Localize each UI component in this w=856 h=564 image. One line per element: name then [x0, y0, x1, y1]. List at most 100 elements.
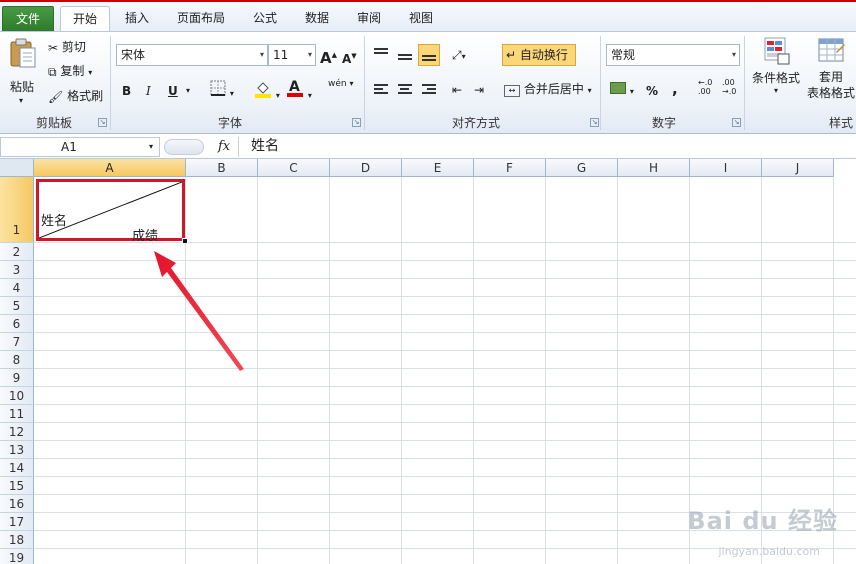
row-header-2[interactable]: 2	[0, 243, 34, 261]
formula-input[interactable]: 姓名	[238, 137, 856, 157]
italic-button[interactable]: I	[146, 80, 151, 102]
column-header-e[interactable]: E	[402, 159, 474, 177]
worksheet-grid[interactable]: ABCDEFGHIJ 1 2 3 4 5 6 7 8 9 10 11 12 13 14 15 16 17 18 19…	[0, 159, 856, 564]
row-header-11[interactable]: 11	[0, 405, 34, 423]
row-header-18[interactable]: 18	[0, 531, 34, 549]
bold-button[interactable]: B	[122, 80, 131, 102]
copy-button[interactable]: ⧉ 复制 ▾	[48, 60, 92, 82]
tab-insert[interactable]: 插入	[116, 6, 158, 33]
name-box[interactable]: A1 ▾	[0, 137, 160, 157]
column-header-a[interactable]: A	[34, 159, 186, 177]
tab-data[interactable]: 数据	[296, 6, 338, 33]
tab-review[interactable]: 审阅	[348, 6, 390, 33]
align-top-button[interactable]	[374, 46, 388, 60]
tab-page-layout[interactable]: 页面布局	[168, 6, 234, 33]
row-header-17[interactable]: 17	[0, 513, 34, 531]
column-header-b[interactable]: B	[186, 159, 258, 177]
number-group-title: 数字	[651, 116, 676, 130]
cell-a1[interactable]: 姓名 成绩	[36, 179, 185, 244]
shrink-font-button[interactable]: A▼	[342, 45, 357, 67]
row-header-1[interactable]: 1	[0, 177, 34, 243]
merge-cells-icon: ↔	[504, 85, 520, 97]
row-header-15[interactable]: 15	[0, 477, 34, 495]
row-header-9[interactable]: 9	[0, 369, 34, 387]
row-header-8[interactable]: 8	[0, 351, 34, 369]
paste-button[interactable]: 粘贴 ▾	[8, 38, 40, 110]
align-right-button[interactable]	[422, 82, 436, 96]
tab-home[interactable]: 开始	[60, 6, 110, 33]
conditional-format-button[interactable]: 条件格式 ▾	[750, 36, 802, 110]
underline-button[interactable]: U	[168, 80, 178, 102]
chevron-down-icon[interactable]: ▾	[186, 80, 190, 102]
row-header-16[interactable]: 16	[0, 495, 34, 513]
increase-decimal-button[interactable]: ←.0.00	[698, 78, 712, 100]
font-size-select[interactable]: 11 ▾	[268, 44, 316, 66]
align-bottom-button[interactable]	[418, 44, 440, 66]
column-gridline	[329, 177, 330, 564]
align-middle-button[interactable]	[398, 48, 412, 62]
row-header-6[interactable]: 6	[0, 315, 34, 333]
increase-indent-button[interactable]: ⇥	[474, 79, 484, 101]
decrease-indent-button[interactable]: ⇤	[452, 79, 462, 101]
column-header-i[interactable]: I	[690, 159, 762, 177]
column-header-c[interactable]: C	[258, 159, 330, 177]
fill-color-button[interactable]: ▾	[254, 80, 280, 102]
format-as-table-button[interactable]: 套用 表格格式	[806, 36, 856, 110]
clipboard-launcher-icon[interactable]: ↘	[98, 118, 107, 127]
column-header-j[interactable]: J	[762, 159, 834, 177]
chevron-down-icon: ▾	[461, 52, 466, 61]
excel-window: 文件 开始 插入 页面布局 公式 数据 审阅 视图 粘贴 ▾ ✂ 剪切 ⧉ 复制	[0, 0, 856, 564]
merge-center-button[interactable]: ↔ 合并后居中 ▾	[504, 78, 592, 100]
grow-font-button[interactable]: A▲	[320, 44, 337, 67]
align-left-button[interactable]	[374, 82, 388, 96]
row-gridline	[34, 494, 856, 495]
currency-button[interactable]: ▾	[610, 79, 634, 101]
column-header-d[interactable]: D	[330, 159, 402, 177]
align-center-button[interactable]	[398, 82, 412, 96]
row-header-7[interactable]: 7	[0, 333, 34, 351]
alignment-launcher-icon[interactable]: ↘	[590, 118, 599, 127]
row-header-5[interactable]: 5	[0, 297, 34, 315]
increase-indent-icon: ⇥	[474, 83, 485, 97]
row-header-13[interactable]: 13	[0, 441, 34, 459]
comma-button[interactable]: ,	[672, 78, 678, 100]
row-header-10[interactable]: 10	[0, 387, 34, 405]
conditional-format-icon	[764, 37, 790, 65]
font-launcher-icon[interactable]: ↘	[352, 118, 361, 127]
alignment-group-title: 对齐方式	[451, 116, 500, 130]
column-gridline	[545, 177, 546, 564]
name-box-value: A1	[61, 140, 77, 154]
paste-icon	[10, 38, 36, 68]
row-header-19[interactable]: 19	[0, 549, 34, 564]
font-color-button[interactable]: A ▾	[286, 78, 312, 100]
row-header-14[interactable]: 14	[0, 459, 34, 477]
number-launcher-icon[interactable]: ↘	[732, 118, 741, 127]
tab-file[interactable]: 文件	[2, 6, 54, 33]
orientation-button[interactable]: ⤢▾	[452, 44, 466, 66]
row-header-4[interactable]: 4	[0, 279, 34, 297]
row-gridline	[34, 476, 856, 477]
tab-formulas[interactable]: 公式	[244, 6, 286, 33]
font-name-select[interactable]: 宋体 ▾	[116, 44, 268, 66]
cut-button[interactable]: ✂ 剪切	[48, 36, 86, 58]
select-all-corner[interactable]	[0, 159, 34, 177]
column-header-g[interactable]: G	[546, 159, 618, 177]
format-painter-button[interactable]: 🖌 格式刷	[48, 85, 103, 107]
column-gridline	[617, 177, 618, 564]
phonetic-button[interactable]: wén ▾	[328, 78, 354, 100]
group-divider	[110, 36, 111, 130]
wrap-text-button[interactable]: ↵ 自动换行	[502, 44, 576, 66]
column-header-f[interactable]: F	[474, 159, 546, 177]
row-header-3[interactable]: 3	[0, 261, 34, 279]
row-header-12[interactable]: 12	[0, 423, 34, 441]
font-size-value: 11	[273, 48, 289, 62]
borders-button[interactable]: ▾	[210, 80, 234, 102]
baidu-watermark-url: jingyan.baidu.com	[718, 545, 820, 558]
decrease-decimal-button[interactable]: .00 →.0	[722, 78, 736, 100]
column-header-h[interactable]: H	[618, 159, 690, 177]
percent-button[interactable]: %	[646, 80, 658, 102]
tab-view[interactable]: 视图	[400, 6, 442, 33]
formula-bar-splitter[interactable]	[164, 139, 204, 155]
number-format-select[interactable]: 常规 ▾	[606, 44, 740, 66]
insert-function-button[interactable]: fx	[218, 139, 230, 154]
